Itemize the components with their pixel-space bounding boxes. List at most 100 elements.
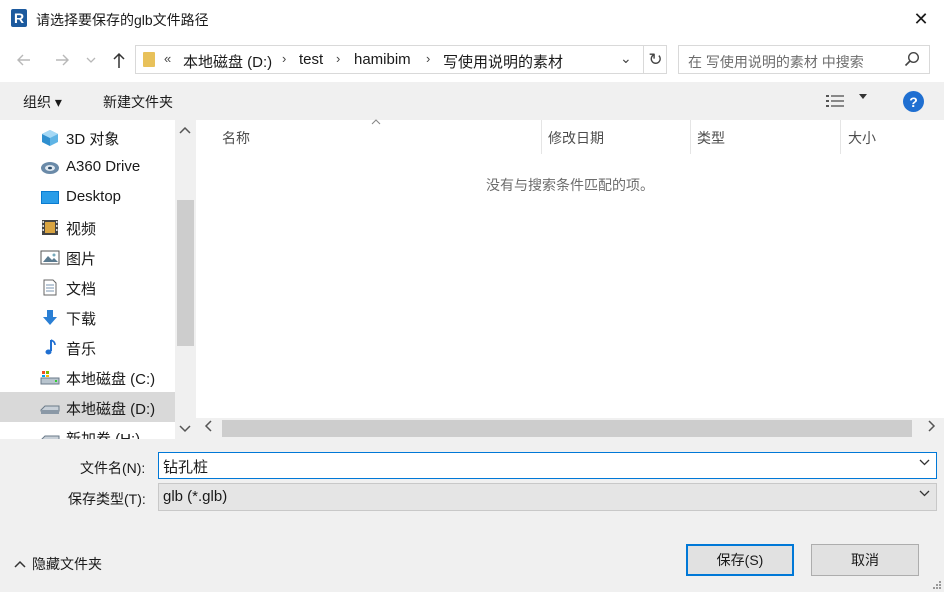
sidebar-item-downloads[interactable]: 下载 <box>0 302 175 332</box>
breadcrumb-test[interactable]: test <box>299 51 323 68</box>
new-folder-button[interactable]: 新建文件夹 <box>103 92 173 112</box>
sidebar-item-label: A360 Drive <box>66 158 141 175</box>
organize-menu-button[interactable]: 组织 ▾ <box>23 92 62 112</box>
column-divider[interactable] <box>541 120 542 154</box>
address-dropdown-icon[interactable]: ⌄ <box>620 50 632 67</box>
filename-combobox[interactable] <box>158 452 937 479</box>
close-button[interactable]: ✕ <box>898 0 944 38</box>
documents-icon <box>43 279 57 296</box>
column-divider[interactable] <box>840 120 841 154</box>
refresh-icon: ↻ <box>648 49 663 69</box>
desktop-icon <box>41 191 59 204</box>
folder-icon <box>143 52 155 67</box>
recent-locations-dropdown[interactable] <box>84 50 98 70</box>
sidebar-item-label: 本地磁盘 (C:) <box>66 371 156 388</box>
downloads-icon <box>43 310 57 325</box>
file-list-pane: 名称 修改日期 类型 大小 没有与搜索条件匹配的项。 <box>196 119 944 439</box>
view-dropdown-icon[interactable] <box>858 92 868 100</box>
pictures-icon <box>40 250 60 265</box>
hide-folders-toggle[interactable]: 隐藏文件夹 <box>14 554 102 574</box>
breadcrumb-hamibim[interactable]: hamibim <box>354 51 411 68</box>
svg-text:R: R <box>14 10 24 26</box>
file-list-horizontal-scrollbar[interactable] <box>196 418 944 439</box>
scroll-left-arrow-icon[interactable] <box>204 420 212 432</box>
address-bar[interactable]: « 本地磁盘 (D:) › test › hamibim › 写使用说明的素材 … <box>135 45 667 74</box>
navigation-bar: « 本地磁盘 (D:) › test › hamibim › 写使用说明的素材 … <box>0 38 944 82</box>
sidebar-item-label: 文档 <box>66 281 97 298</box>
drive-c-icon <box>40 371 60 385</box>
resize-grip-icon[interactable] <box>932 580 942 590</box>
filetype-label: 保存类型(T): <box>68 491 146 507</box>
scrollbar-thumb[interactable] <box>222 420 912 437</box>
up-button[interactable] <box>109 50 129 70</box>
column-header-date-modified[interactable]: 修改日期 <box>548 128 604 148</box>
save-form: 文件名(N): 保存类型(T): glb (*.glb) 隐藏文件夹 保存(S)… <box>0 439 944 592</box>
overflow-chevron[interactable]: « <box>164 51 171 66</box>
sidebar-item-label: 3D 对象 <box>66 131 120 148</box>
cancel-button[interactable]: 取消 <box>811 544 919 576</box>
sidebar-item-videos[interactable]: 视频 <box>0 212 175 242</box>
empty-folder-message: 没有与搜索条件匹配的项。 <box>486 177 654 193</box>
title-bar: R 请选择要保存的glb文件路径 ✕ <box>0 0 944 38</box>
help-icon[interactable]: ? <box>903 91 924 112</box>
sidebar-item-a360-drive[interactable]: A360 Drive <box>0 152 175 182</box>
column-header-type[interactable]: 类型 <box>697 128 725 148</box>
breadcrumb-separator[interactable]: › <box>426 51 430 66</box>
sidebar-item-drive-d[interactable]: 本地磁盘 (D:) <box>0 392 175 422</box>
navigation-pane: 3D 对象 A360 Drive Desktop 视频 图片 文档 下载 音乐 … <box>0 120 196 439</box>
revit-app-icon: R <box>11 9 27 27</box>
arrow-left-icon <box>17 54 30 66</box>
search-icon <box>904 51 920 67</box>
column-divider[interactable] <box>690 120 691 154</box>
scroll-right-arrow-icon[interactable] <box>928 420 936 432</box>
sidebar-item-label: 视频 <box>66 221 97 238</box>
breadcrumb-current-folder[interactable]: 写使用说明的素材 <box>443 51 563 72</box>
search-placeholder[interactable]: 在 写使用说明的素材 中搜索 <box>688 52 864 72</box>
sidebar-item-3d-objects[interactable]: 3D 对象 <box>0 122 175 152</box>
breadcrumb-drive-d[interactable]: 本地磁盘 (D:) <box>183 51 272 72</box>
scroll-up-arrow-icon[interactable] <box>179 126 191 134</box>
sidebar-item-label: 下载 <box>66 311 97 328</box>
chevron-down-icon <box>86 57 96 63</box>
sidebar-item-drive-c[interactable]: 本地磁盘 (C:) <box>0 362 175 392</box>
command-bar: 组织 ▾ 新建文件夹 ? <box>0 82 944 120</box>
hide-folders-label: 隐藏文件夹 <box>32 556 102 572</box>
arrow-up-icon <box>113 52 125 68</box>
save-button[interactable]: 保存(S) <box>686 544 794 576</box>
sidebar-item-documents[interactable]: 文档 <box>0 272 175 302</box>
a360-drive-icon <box>41 162 59 174</box>
filetype-value: glb (*.glb) <box>163 488 228 505</box>
sidebar-item-label: 本地磁盘 (D:) <box>66 401 156 418</box>
scroll-down-arrow-icon[interactable] <box>179 425 191 433</box>
sidebar-item-music[interactable]: 音乐 <box>0 332 175 362</box>
filetype-select[interactable]: glb (*.glb) <box>158 483 937 511</box>
sidebar-item-label: 图片 <box>66 251 97 268</box>
navigation-pane-scrollbar[interactable] <box>175 120 196 439</box>
scrollbar-thumb[interactable] <box>177 200 194 346</box>
close-icon: ✕ <box>913 8 929 29</box>
filename-input[interactable] <box>163 456 903 476</box>
sort-ascending-icon <box>371 119 381 125</box>
music-icon <box>45 339 56 355</box>
refresh-button[interactable]: ↻ <box>643 46 667 73</box>
column-header-name[interactable]: 名称 <box>222 128 250 148</box>
view-options-icon[interactable] <box>826 94 844 108</box>
chevron-down-icon <box>919 490 930 497</box>
chevron-down-icon[interactable] <box>919 458 930 466</box>
window-title: 请选择要保存的glb文件路径 <box>36 12 209 28</box>
arrow-right-icon <box>56 54 69 66</box>
back-button[interactable] <box>14 50 34 70</box>
drive-h-icon <box>41 435 60 439</box>
sidebar-item-desktop[interactable]: Desktop <box>0 182 175 212</box>
3d-objects-icon <box>42 130 58 146</box>
chevron-up-icon <box>14 560 26 568</box>
sidebar-item-label: 新加卷 (H:) <box>66 428 140 439</box>
sidebar-item-pictures[interactable]: 图片 <box>0 242 175 272</box>
sidebar-item-label: Desktop <box>66 188 122 205</box>
sidebar-item-drive-h[interactable]: 新加卷 (H:) <box>0 422 175 439</box>
forward-button[interactable] <box>52 50 72 70</box>
search-box[interactable]: 在 写使用说明的素材 中搜索 <box>678 45 930 74</box>
column-header-size[interactable]: 大小 <box>848 128 876 148</box>
breadcrumb-separator[interactable]: › <box>282 51 286 66</box>
breadcrumb-separator[interactable]: › <box>336 51 340 66</box>
